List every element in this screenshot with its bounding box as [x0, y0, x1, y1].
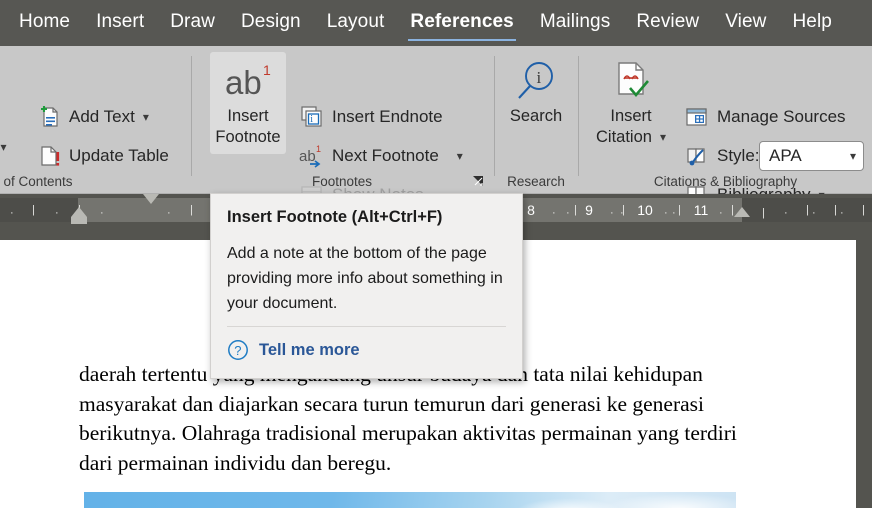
- add-text-label: Add Text: [69, 107, 135, 126]
- ribbon-group-citations-bibliography: Insert Citation ▾ Manage Sources Style: …: [579, 46, 872, 207]
- ab-footnote-icon: ab 1: [210, 58, 286, 106]
- ruler-number-11: 11: [693, 202, 709, 218]
- insert-citation-label-line2: Citation: [596, 128, 652, 146]
- ribbon-group-research: i Search Research: [495, 46, 577, 194]
- chevron-down-icon: ▾: [659, 130, 666, 144]
- update-table-label: Update Table: [69, 146, 169, 165]
- style-brush-icon: [684, 143, 710, 169]
- tab-review[interactable]: Review: [623, 7, 712, 39]
- ribbon-group-table-of-contents: of s ▾: [0, 46, 190, 194]
- tab-view[interactable]: View: [712, 7, 779, 39]
- insert-endnote-button[interactable]: i Insert Endnote: [295, 102, 447, 132]
- right-indent-marker[interactable]: [734, 207, 750, 217]
- footnotes-dialog-launcher-icon[interactable]: [471, 174, 485, 188]
- insert-footnote-label-line1: Insert: [227, 107, 269, 125]
- ruler-number-10: 10: [637, 202, 653, 218]
- manage-sources-icon: [684, 104, 710, 130]
- update-table-button[interactable]: Update Table: [32, 141, 173, 171]
- tab-help[interactable]: Help: [779, 7, 844, 39]
- tab-mailings[interactable]: Mailings: [527, 7, 624, 39]
- tab-insert[interactable]: Insert: [83, 7, 157, 39]
- chevron-down-icon: ▾: [456, 149, 463, 163]
- group-label-footnotes: Footnotes: [311, 174, 373, 189]
- citation-style-value: APA: [769, 146, 802, 165]
- svg-text:1: 1: [263, 62, 271, 78]
- tooltip-title: Insert Footnote (Alt+Ctrl+F): [227, 208, 443, 226]
- insert-citation-button[interactable]: Insert Citation ▾: [593, 52, 669, 154]
- chevron-down-icon: ▾: [849, 149, 856, 163]
- first-line-indent-marker[interactable]: [143, 194, 159, 204]
- insert-endnote-label: Insert Endnote: [332, 107, 443, 126]
- chevron-down-icon: ▾: [142, 110, 149, 124]
- left-indent-marker[interactable]: [71, 217, 87, 224]
- search-button[interactable]: i Search: [498, 52, 574, 133]
- ribbon: of s ▾: [0, 46, 872, 207]
- ribbon-group-footnotes: ab 1 Insert Footnote i Insert Endnote ab…: [192, 46, 492, 204]
- cloud-shape-2: [604, 494, 754, 508]
- svg-text:?: ?: [234, 343, 241, 358]
- group-label-table-of-contents: Table of Contents: [0, 174, 73, 189]
- table-of-contents-dropdown[interactable]: s ▾: [0, 132, 11, 162]
- next-footnote-label: Next Footnote: [332, 146, 439, 165]
- insert-footnote-label-line2: Footnote: [215, 128, 281, 146]
- insert-citation-label-line1: Insert: [610, 107, 652, 125]
- group-label-research: Research: [507, 174, 565, 189]
- next-footnote-icon: ab 1: [299, 143, 325, 169]
- add-text-button[interactable]: Add Text ▾: [32, 102, 153, 132]
- citation-style-select[interactable]: APA ▾: [759, 141, 864, 171]
- update-table-icon: [36, 143, 62, 169]
- svg-text:1: 1: [316, 144, 321, 154]
- word-application-window: Home Insert Draw Design Layout Reference…: [0, 0, 872, 508]
- search-label: Search: [509, 107, 563, 125]
- tab-design[interactable]: Design: [228, 7, 314, 39]
- tab-layout[interactable]: Layout: [314, 7, 398, 39]
- add-text-icon: [36, 104, 62, 130]
- next-footnote-button[interactable]: ab 1 Next Footnote ▾: [295, 141, 467, 171]
- svg-text:i: i: [310, 114, 313, 125]
- insert-footnote-button[interactable]: ab 1 Insert Footnote: [210, 52, 286, 154]
- group-label-citations-bibliography: Citations & Bibliography: [653, 174, 798, 189]
- tell-me-more-link[interactable]: ? Tell me more: [227, 339, 360, 361]
- tab-references[interactable]: References: [397, 7, 526, 41]
- manage-sources-button[interactable]: Manage Sources: [680, 102, 850, 132]
- ribbon-tab-bar: Home Insert Draw Design Layout Reference…: [0, 0, 872, 46]
- tooltip-separator: [227, 326, 506, 327]
- insert-citation-icon: [593, 58, 669, 106]
- hanging-indent-marker[interactable]: [71, 207, 87, 217]
- document-sky-image[interactable]: [84, 492, 754, 508]
- svg-text:ab: ab: [225, 64, 262, 101]
- svg-text:i: i: [537, 68, 542, 87]
- insert-footnote-tooltip: Insert Footnote (Alt+Ctrl+F) Add a note …: [210, 193, 523, 379]
- tooltip-body: Add a note at the bottom of the page pro…: [227, 245, 503, 312]
- manage-sources-label: Manage Sources: [717, 107, 846, 126]
- ruler-number-8: 8: [527, 202, 535, 218]
- tab-home[interactable]: Home: [6, 7, 83, 39]
- tab-draw[interactable]: Draw: [157, 7, 228, 39]
- tell-me-more-label: Tell me more: [259, 340, 360, 359]
- citation-style-label: Style:: [717, 146, 760, 165]
- insert-endnote-icon: i: [299, 104, 325, 130]
- chevron-down-icon: ▾: [0, 140, 7, 154]
- search-info-icon: i: [498, 58, 574, 106]
- table-of-contents-button[interactable]: of: [0, 101, 2, 131]
- svg-text:ab: ab: [299, 148, 316, 165]
- help-circle-icon: ?: [227, 339, 249, 361]
- citation-style-row: Style:: [680, 141, 764, 171]
- ruler-number-9: 9: [585, 202, 593, 218]
